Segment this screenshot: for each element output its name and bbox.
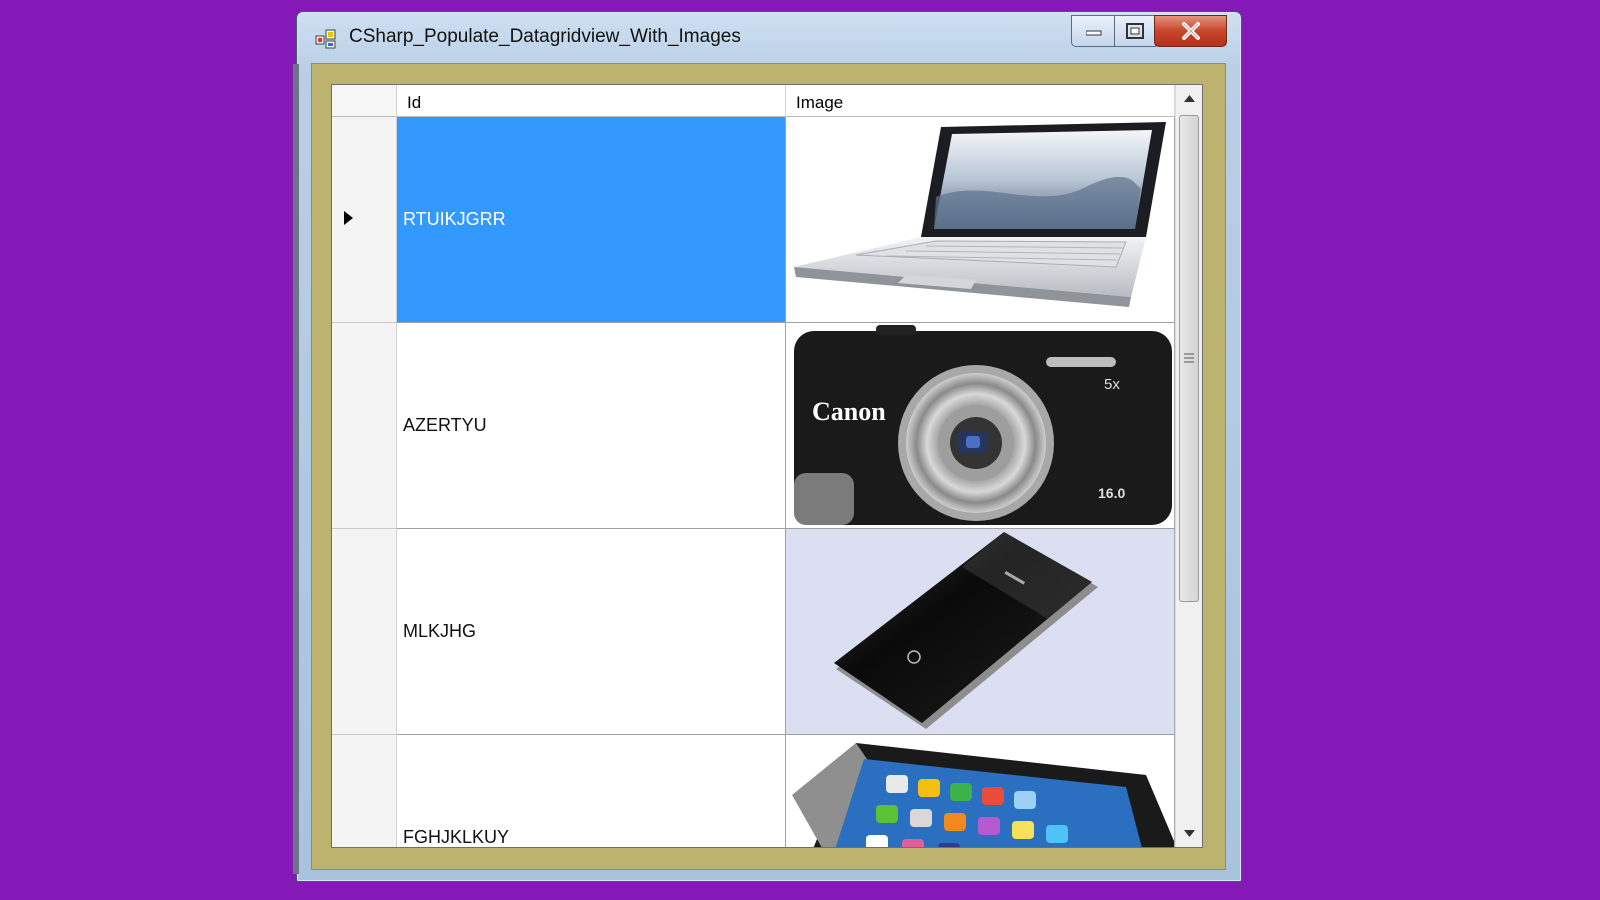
maximize-button[interactable] xyxy=(1114,15,1156,47)
vertical-scrollbar[interactable] xyxy=(1175,85,1202,847)
window-shadow-edge xyxy=(293,64,299,874)
form-client-area: Id Image RTUIKJGRR AZERTYU Canon 5x 16.0… xyxy=(311,63,1226,870)
table-row[interactable]: RTUIKJGRR xyxy=(332,117,1175,323)
close-button[interactable] xyxy=(1154,15,1227,47)
row-header-corner[interactable] xyxy=(332,85,397,117)
minimize-icon xyxy=(1085,30,1101,36)
cell-id[interactable]: FGHJKLKUY xyxy=(397,735,786,847)
title-bar[interactable]: CSharp_Populate_Datagridview_With_Images xyxy=(297,12,1241,64)
window-title: CSharp_Populate_Datagridview_With_Images xyxy=(349,26,741,47)
mobile-wifi-image xyxy=(834,532,1098,729)
app-window: CSharp_Populate_Datagridview_With_Images… xyxy=(293,11,1242,882)
cell-image[interactable] xyxy=(786,735,1174,847)
scroll-up-button[interactable] xyxy=(1176,85,1202,112)
cell-image[interactable]: Canon 5x 16.0 xyxy=(786,323,1174,529)
row-header[interactable] xyxy=(332,529,397,735)
data-grid-view[interactable]: Id Image RTUIKJGRR AZERTYU Canon 5x 16.0… xyxy=(331,84,1203,848)
iphone-image xyxy=(792,743,1174,847)
cell-id[interactable]: MLKJHG xyxy=(397,529,786,735)
column-header-image[interactable]: Image xyxy=(786,85,1175,117)
maximize-icon xyxy=(1126,23,1144,39)
camera-mp-text: 16.0 xyxy=(1098,485,1125,501)
cell-image[interactable] xyxy=(786,117,1174,323)
scrollbar-thumb[interactable] xyxy=(1179,115,1199,602)
app-icon xyxy=(315,29,336,49)
row-header[interactable] xyxy=(332,117,397,323)
laptop-image xyxy=(794,122,1166,307)
current-row-arrow-icon xyxy=(344,211,353,225)
minimize-button[interactable] xyxy=(1071,15,1116,47)
grip-icon xyxy=(1184,353,1194,363)
row-header[interactable] xyxy=(332,323,397,529)
row-header[interactable] xyxy=(332,735,397,847)
camera-zoom-text: 5x xyxy=(1104,376,1120,393)
table-row[interactable]: MLKJHG xyxy=(332,529,1175,735)
close-icon xyxy=(1181,22,1200,40)
cell-id[interactable]: RTUIKJGRR xyxy=(397,117,786,323)
cell-id[interactable]: AZERTYU xyxy=(397,323,786,529)
column-header-id[interactable]: Id xyxy=(397,85,786,117)
chevron-down-icon xyxy=(1184,830,1195,837)
cell-image[interactable] xyxy=(786,529,1174,735)
camera-brand-text: Canon xyxy=(812,397,886,426)
chevron-up-icon xyxy=(1184,95,1195,102)
camera-image: Canon 5x 16.0 xyxy=(794,325,1172,525)
scroll-down-button[interactable] xyxy=(1176,820,1202,847)
table-row[interactable]: FGHJKLKUY xyxy=(332,735,1175,847)
table-row[interactable]: AZERTYU Canon 5x 16.0 xyxy=(332,323,1175,529)
